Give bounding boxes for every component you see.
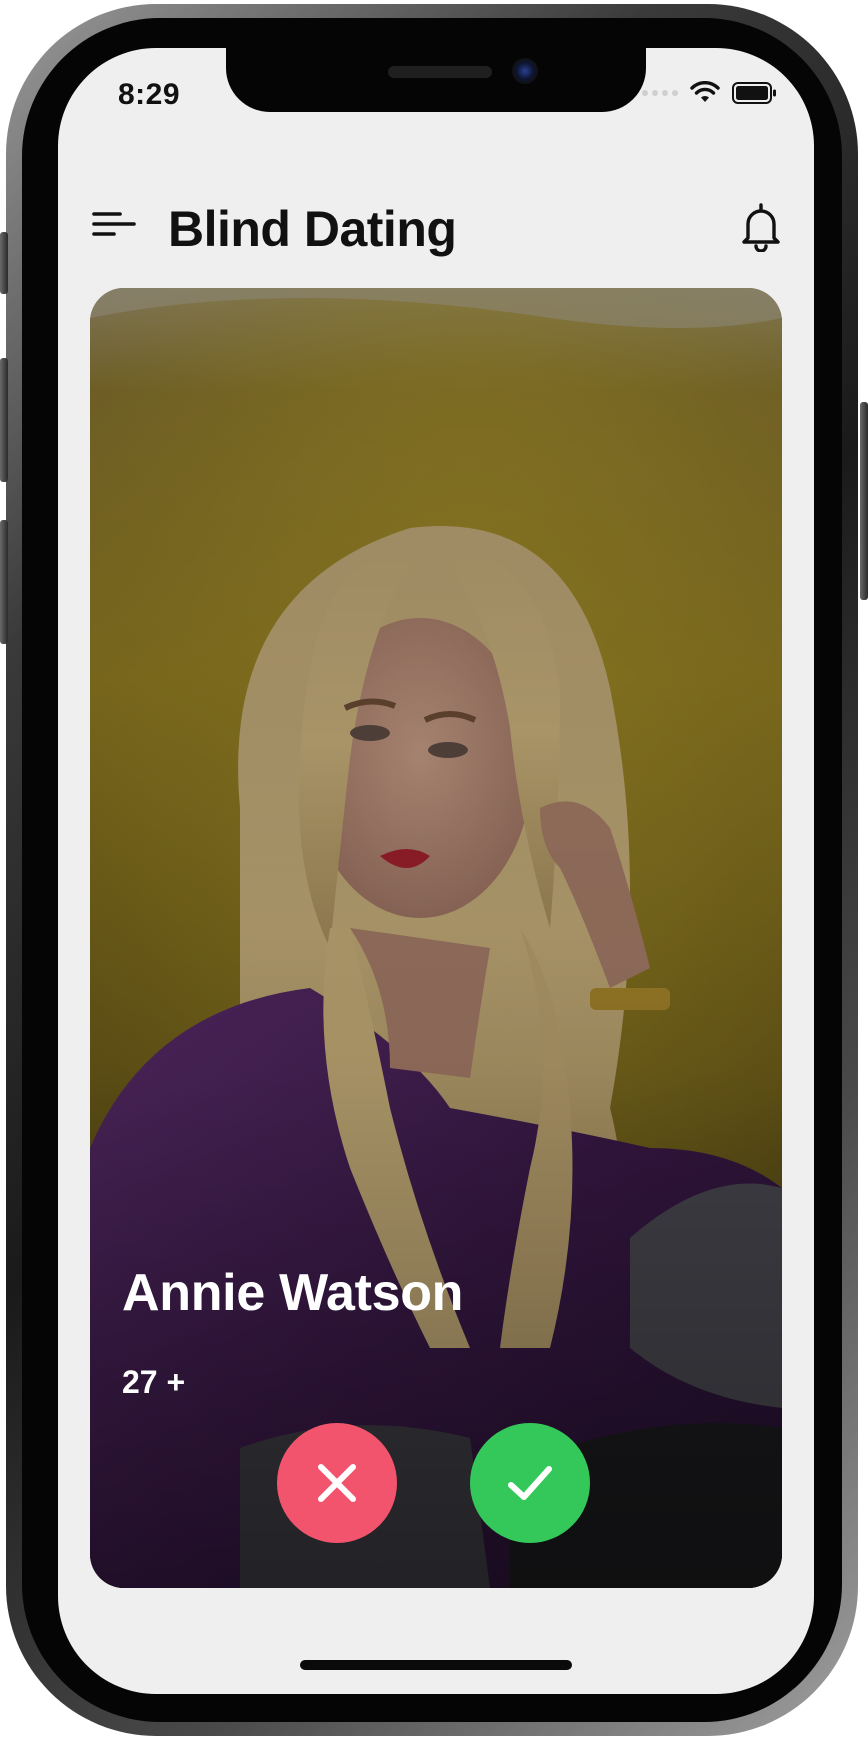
wifi-icon (690, 81, 720, 102)
profile-card[interactable]: Annie Watson 27 + (90, 288, 782, 1588)
home-indicator[interactable] (300, 1660, 572, 1670)
signal-dots-icon (642, 90, 678, 96)
profile-name: Annie Watson (122, 1264, 464, 1322)
checkmark-icon (508, 1466, 552, 1500)
page-title: Blind Dating (168, 201, 457, 257)
photo-overlay (90, 288, 782, 1588)
battery-icon (732, 82, 776, 104)
side-button-volume-up (0, 358, 8, 482)
status-time: 8:29 (118, 78, 181, 111)
close-icon (318, 1464, 356, 1502)
app-header: Blind Dating (58, 178, 814, 258)
front-camera (512, 58, 538, 84)
side-button-volume-down (0, 520, 8, 644)
side-button-mute (0, 232, 8, 294)
side-button-power (860, 402, 868, 600)
status-icons (642, 81, 778, 105)
speaker-grille (388, 66, 492, 78)
bell-icon[interactable] (738, 202, 784, 252)
notch (226, 48, 646, 112)
profile-age: 27 + (122, 1364, 186, 1400)
app-screen: 8:29 Blind Dating Annie Watson 27 + (58, 48, 814, 1694)
accept-button[interactable] (470, 1423, 590, 1543)
hamburger-menu-icon[interactable] (92, 208, 136, 242)
reject-button[interactable] (277, 1423, 397, 1543)
